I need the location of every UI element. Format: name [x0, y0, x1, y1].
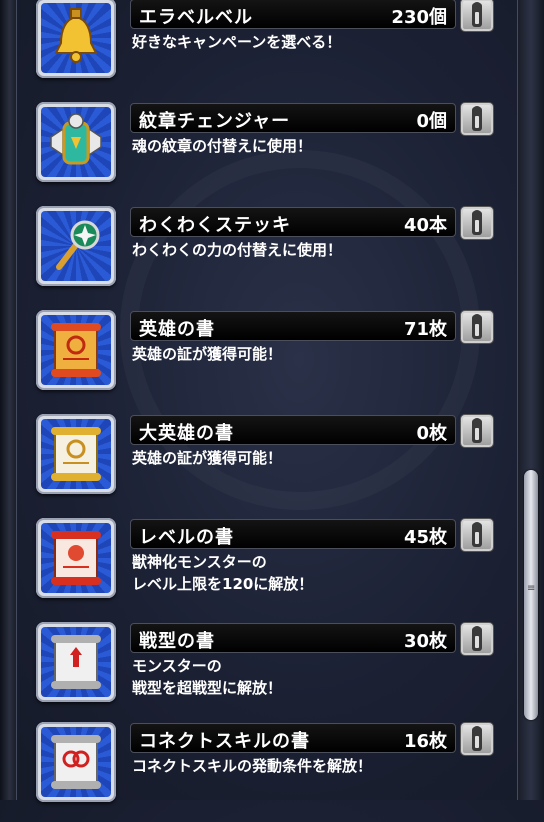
- info-icon: [472, 522, 482, 547]
- bell-icon: [41, 3, 111, 73]
- wand-icon: [41, 211, 111, 281]
- info-icon: [472, 314, 482, 339]
- item-icon-frame: [36, 310, 116, 390]
- item-count: 30枚: [403, 631, 447, 652]
- info-icon: [472, 626, 482, 651]
- scrollbar-thumb[interactable]: ≡: [524, 470, 538, 720]
- item-name: 英雄の書: [139, 319, 215, 340]
- item-count: 40本: [403, 215, 447, 236]
- item-name: エラベルベル: [139, 7, 253, 28]
- hero-scroll-icon: [41, 315, 111, 385]
- item-name: レベルの書: [139, 527, 234, 548]
- item-icon-frame: [36, 722, 116, 802]
- item-icon-frame: [36, 0, 116, 78]
- item-icon-frame: [36, 622, 116, 702]
- item-count: 71枚: [403, 319, 447, 340]
- item-count: 0枚: [416, 423, 447, 444]
- info-button[interactable]: [460, 310, 494, 344]
- item-name-bar: 英雄の書 71枚: [130, 311, 456, 341]
- great-hero-scroll-icon: [41, 419, 111, 489]
- item-name: 大英雄の書: [139, 423, 234, 444]
- info-button[interactable]: [460, 622, 494, 656]
- info-button[interactable]: [460, 722, 494, 756]
- list-item-combat-type-scroll[interactable]: 戦型の書 30枚 モンスターの 戦型を超戦型に解放！: [16, 618, 516, 722]
- item-name-bar: レベルの書 45枚: [130, 519, 456, 549]
- info-icon: [472, 2, 482, 27]
- item-description: 獣神化モンスターの レベル上限を120に解放！: [132, 553, 314, 593]
- list-item-great-hero-scroll[interactable]: 大英雄の書 0枚 英雄の証が獲得可能！: [16, 410, 516, 514]
- list-item-connect-skill-scroll[interactable]: コネクトスキルの書 16枚 コネクトスキルの発動条件を解放！: [16, 718, 516, 822]
- item-count: 16枚: [403, 731, 447, 752]
- list-item-wand[interactable]: わくわくステッキ 40本 わくわくの力の付替えに使用！: [16, 202, 516, 306]
- item-name: わくわくステッキ: [139, 215, 291, 236]
- item-description: 英雄の証が獲得可能！: [132, 449, 283, 467]
- item-icon-frame: [36, 518, 116, 598]
- item-name-bar: 大英雄の書 0枚: [130, 415, 456, 445]
- scrollbar-track[interactable]: ≡: [517, 0, 544, 800]
- item-name: コネクトスキルの書: [139, 731, 310, 752]
- item-name: 紋章チェンジャー: [139, 111, 291, 132]
- list-item-hero-scroll[interactable]: 英雄の書 71枚 英雄の証が獲得可能！: [16, 306, 516, 410]
- item-description: わくわくの力の付替えに使用！: [132, 241, 343, 259]
- list-item-crest-changer[interactable]: 紋章チェンジャー 0個 魂の紋章の付替えに使用！: [16, 98, 516, 202]
- item-description: コネクトスキルの発動条件を解放！: [132, 757, 373, 775]
- item-description: 好きなキャンペーンを選べる！: [132, 33, 342, 51]
- item-icon-frame: [36, 414, 116, 494]
- level-scroll-icon: [41, 523, 111, 593]
- combat-type-scroll-icon: [41, 627, 111, 697]
- info-button[interactable]: [460, 206, 494, 240]
- info-icon: [472, 106, 482, 131]
- item-name-bar: 戦型の書 30枚: [130, 623, 456, 653]
- crest-changer-icon: [41, 107, 111, 177]
- item-count: 230個: [391, 7, 447, 28]
- info-button[interactable]: [460, 518, 494, 552]
- item-icon-frame: [36, 206, 116, 286]
- item-name-bar: わくわくステッキ 40本: [130, 207, 456, 237]
- grip-icon: ≡: [527, 583, 536, 594]
- item-name-bar: エラベルベル 230個: [130, 0, 456, 29]
- info-button[interactable]: [460, 102, 494, 136]
- item-count: 45枚: [403, 527, 447, 548]
- list-item-bell[interactable]: エラベルベル 230個 好きなキャンペーンを選べる！: [16, 0, 516, 98]
- left-frame: [0, 0, 17, 800]
- info-icon: [472, 210, 482, 235]
- info-icon: [472, 418, 482, 443]
- item-description: 魂の紋章の付替えに使用！: [132, 137, 313, 155]
- item-description: モンスターの 戦型を超戦型に解放！: [132, 657, 283, 697]
- item-name-bar: 紋章チェンジャー 0個: [130, 103, 456, 133]
- list-item-level-scroll[interactable]: レベルの書 45枚 獣神化モンスターの レベル上限を120に解放！: [16, 514, 516, 618]
- item-count: 0個: [416, 111, 447, 132]
- info-icon: [472, 726, 482, 751]
- connect-skill-scroll-icon: [41, 727, 111, 797]
- item-description: 英雄の証が獲得可能！: [132, 345, 283, 363]
- info-button[interactable]: [460, 0, 494, 32]
- info-button[interactable]: [460, 414, 494, 448]
- item-name-bar: コネクトスキルの書 16枚: [130, 723, 456, 753]
- item-icon-frame: [36, 102, 116, 182]
- item-name: 戦型の書: [139, 631, 215, 652]
